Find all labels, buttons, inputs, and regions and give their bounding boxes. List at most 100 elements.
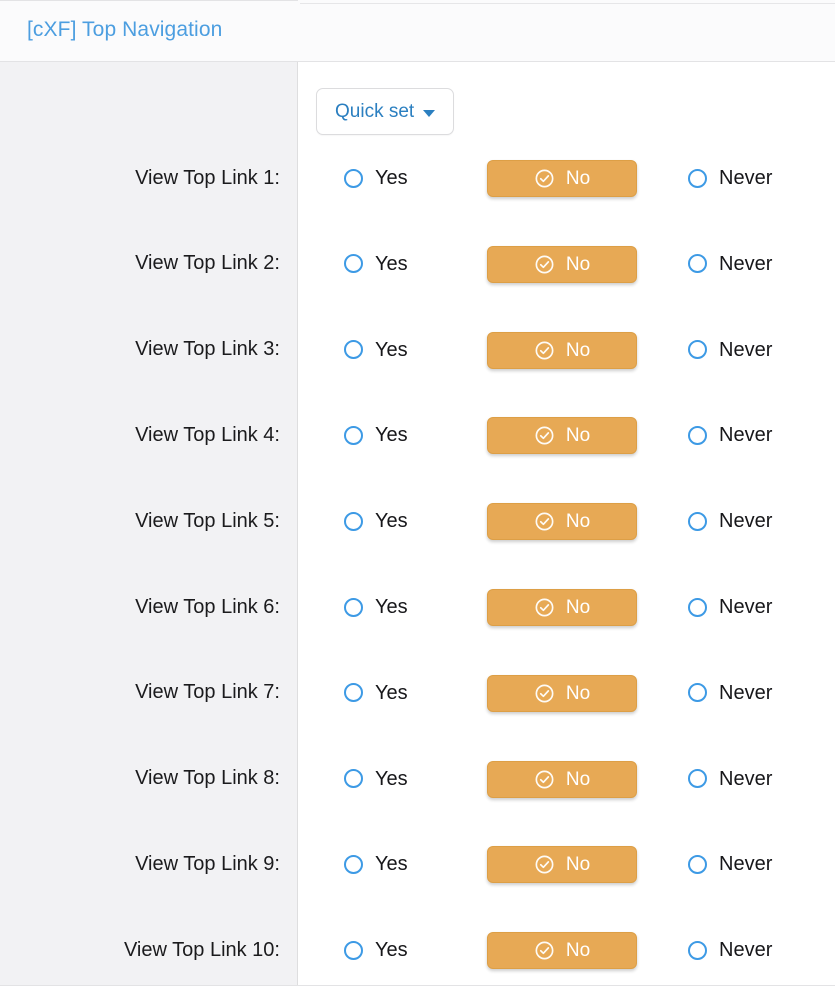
radio-circle-icon: [688, 597, 707, 617]
radio-option-no-label: No: [565, 597, 591, 618]
radio-option-no-label: No: [565, 854, 591, 876]
radio-option-yes[interactable]: Yes: [344, 221, 408, 307]
radio-option-no-selected[interactable]: No: [487, 331, 637, 369]
option-row: View Top Link 6: Yes No Never: [0, 564, 835, 650]
radio-option-never[interactable]: Never: [688, 221, 772, 307]
radio-option-yes-label: Yes: [375, 510, 408, 533]
option-row: View Top Link 8: Yes No Never: [0, 736, 835, 822]
radio-option-never-label: Never: [719, 767, 773, 790]
radio-option-no-selected[interactable]: No: [487, 245, 637, 283]
option-row-label: View Top Link 1:: [135, 166, 280, 189]
check-circle-icon: [535, 512, 554, 531]
radio-option-no-selected[interactable]: No: [487, 674, 637, 712]
radio-option-yes-label: Yes: [375, 167, 408, 189]
radio-option-never[interactable]: Never: [688, 392, 772, 478]
radio-circle-icon: [344, 168, 363, 188]
radio-option-yes[interactable]: Yes: [344, 478, 408, 564]
option-row-choices: Yes No Never: [299, 221, 835, 307]
option-row-choices: Yes No Never: [299, 564, 835, 650]
option-row-label: View Top Link 2:: [135, 252, 280, 275]
check-circle-icon: [535, 684, 554, 703]
radio-option-yes[interactable]: Yes: [344, 135, 408, 221]
radio-option-never[interactable]: Never: [688, 135, 772, 221]
check-circle-icon: [535, 770, 554, 789]
option-row-choices: Yes No Never: [299, 478, 835, 564]
option-row: View Top Link 9: Yes No Never: [0, 821, 835, 907]
radio-option-no-label: No: [565, 168, 591, 189]
radio-option-no-selected[interactable]: No: [487, 932, 637, 970]
quick-set-label: Quick set: [335, 101, 415, 122]
check-circle-icon: [535, 169, 554, 188]
option-row-choices: Yes No Never: [299, 307, 835, 393]
option-row-label: View Top Link 9:: [135, 852, 280, 875]
radio-option-yes-label: Yes: [375, 338, 408, 361]
radio-circle-icon: [344, 854, 363, 874]
radio-option-no-selected[interactable]: No: [487, 160, 637, 197]
radio-circle-icon: [688, 425, 707, 445]
radio-option-no-selected[interactable]: No: [487, 846, 637, 884]
radio-option-no-label: No: [565, 682, 591, 704]
radio-option-yes[interactable]: Yes: [344, 821, 408, 907]
radio-option-no-selected[interactable]: No: [487, 760, 637, 798]
radio-circle-icon: [344, 940, 363, 960]
radio-option-yes[interactable]: Yes: [344, 650, 408, 736]
option-row-choices: Yes No Never: [299, 736, 835, 822]
radio-option-never[interactable]: Never: [688, 907, 772, 993]
option-row-label: View Top Link 5:: [135, 509, 280, 532]
option-row: View Top Link 10: Yes No Never: [0, 907, 835, 993]
radio-circle-icon: [344, 597, 363, 617]
radio-circle-icon: [344, 683, 363, 703]
radio-option-never[interactable]: Never: [688, 564, 772, 650]
radio-option-yes-label: Yes: [375, 252, 408, 275]
radio-circle-icon: [344, 254, 363, 274]
radio-option-never-label: Never: [719, 853, 773, 876]
radio-circle-icon: [688, 511, 707, 531]
radio-option-yes[interactable]: Yes: [344, 736, 408, 822]
chevron-down-icon: [423, 109, 436, 117]
option-row-label: View Top Link 10:: [123, 938, 280, 961]
radio-option-no-selected[interactable]: No: [487, 503, 637, 541]
radio-circle-icon: [344, 340, 363, 360]
option-row: View Top Link 2: Yes No Never: [0, 221, 835, 307]
option-row-label: View Top Link 3:: [135, 338, 280, 361]
radio-option-never[interactable]: Never: [688, 307, 772, 393]
radio-option-never-label: Never: [719, 252, 773, 275]
radio-option-yes-label: Yes: [375, 424, 408, 447]
radio-circle-icon: [688, 254, 707, 274]
quick-set-container: Quick set: [316, 88, 455, 135]
check-circle-icon: [535, 341, 554, 360]
radio-option-no-label: No: [565, 940, 591, 962]
radio-option-never-label: Never: [719, 167, 773, 189]
radio-circle-icon: [344, 425, 363, 445]
option-row-choices: Yes No Never: [299, 650, 835, 736]
radio-option-yes-label: Yes: [375, 939, 408, 962]
option-row-label: View Top Link 6:: [135, 595, 280, 618]
radio-option-no-label: No: [565, 768, 591, 790]
radio-circle-icon: [688, 854, 707, 874]
radio-option-never-label: Never: [719, 939, 773, 962]
radio-option-never[interactable]: Never: [688, 736, 772, 822]
radio-option-yes[interactable]: Yes: [344, 392, 408, 478]
check-circle-icon: [535, 255, 554, 274]
check-circle-icon: [535, 598, 554, 617]
option-row: View Top Link 7: Yes No Never: [0, 650, 835, 736]
option-row-label: View Top Link 8:: [135, 767, 280, 790]
radio-option-no-selected[interactable]: No: [487, 417, 637, 455]
radio-option-never[interactable]: Never: [688, 650, 772, 736]
radio-option-never-label: Never: [719, 510, 773, 533]
radio-option-yes[interactable]: Yes: [344, 307, 408, 393]
radio-circle-icon: [688, 769, 707, 789]
settings-page: [cXF] Top Navigation Quick set View Top …: [0, 0, 835, 1000]
radio-option-yes-label: Yes: [375, 681, 408, 704]
radio-option-yes[interactable]: Yes: [344, 564, 408, 650]
check-circle-icon: [535, 941, 554, 960]
radio-option-never[interactable]: Never: [688, 478, 772, 564]
radio-option-never[interactable]: Never: [688, 821, 772, 907]
radio-option-yes[interactable]: Yes: [344, 907, 408, 993]
option-row: View Top Link 1: Yes No Never: [0, 135, 835, 221]
radio-circle-icon: [344, 769, 363, 789]
option-row-label: View Top Link 4:: [135, 423, 280, 446]
radio-circle-icon: [688, 940, 707, 960]
quick-set-button[interactable]: Quick set: [316, 88, 455, 135]
radio-option-no-selected[interactable]: No: [487, 589, 637, 626]
